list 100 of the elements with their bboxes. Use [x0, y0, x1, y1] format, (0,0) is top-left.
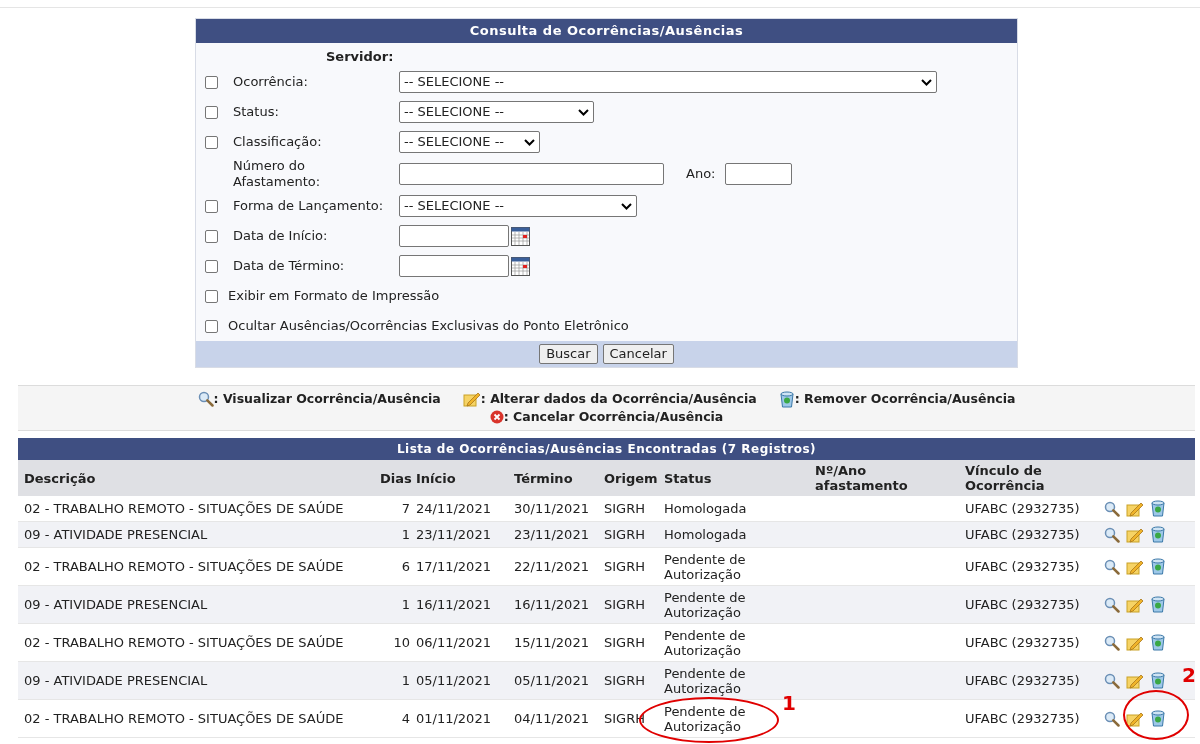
table-cell: SIGRH	[604, 635, 645, 650]
list-title: Lista de Ocorrências/Ausências Encontradas (7 Registros)	[18, 438, 1195, 460]
checkbox[interactable]	[205, 229, 218, 243]
table-cell-text: Pendente de Autorização	[664, 703, 747, 734]
table-cell: 6	[401, 559, 410, 574]
column-header: Término	[513, 470, 574, 486]
table-cell: UFABC (2932735)	[965, 527, 1080, 542]
table-cell: 17/11/2021	[416, 559, 491, 574]
field-label: Número do Afastamento:	[233, 158, 322, 190]
table-cell: 16/11/2021	[416, 597, 491, 612]
calendar-icon[interactable]	[511, 226, 530, 246]
legend-label: : Alterar dados da Ocorrência/Ausência	[480, 389, 757, 408]
column-header: Origem	[603, 470, 659, 486]
column-header: Nº/Ano afastamento	[814, 463, 909, 493]
legend-label: : Visualizar Ocorrência/Ausência	[213, 389, 441, 408]
table-cell: 04/11/2021	[514, 711, 589, 726]
checkbox[interactable]	[205, 135, 218, 149]
table-cell: 02 - TRABALHO REMOTO - SITUAÇÕES DE SAÚDE	[24, 711, 344, 726]
table-cell: SIGRH	[604, 501, 645, 516]
table-cell-text: Pendente de Autorização	[664, 627, 747, 658]
date-input[interactable]	[399, 255, 509, 277]
checkbox[interactable]	[205, 319, 218, 333]
table-cell: 02 - TRABALHO REMOTO - SITUAÇÕES DE SAÚDE	[24, 559, 344, 574]
checkbox[interactable]	[205, 105, 218, 119]
trash-can-icon	[778, 390, 795, 408]
annotation-number: 2	[1182, 662, 1196, 689]
table-cell: 09 - ATIVIDADE PRESENCIAL	[24, 673, 208, 688]
magnifier-icon[interactable]	[1104, 710, 1120, 727]
trash-can-icon[interactable]	[1150, 500, 1166, 517]
column-header: Status	[663, 470, 713, 486]
dropdown[interactable]: -- SELECIONE --	[399, 195, 637, 217]
column-header: Descrição	[23, 470, 97, 486]
column-header: Vínculo de Ocorrência	[964, 463, 1046, 493]
trash-can-icon[interactable]	[1150, 672, 1166, 689]
table-cell: UFABC (2932735)	[965, 559, 1080, 574]
pencil-paper-icon[interactable]	[1126, 500, 1144, 517]
table-cell: SIGRH	[604, 673, 645, 688]
trash-can-icon[interactable]	[1150, 710, 1166, 727]
legend-label: : Remover Ocorrência/Ausência	[794, 389, 1016, 408]
table-cell: 10	[393, 635, 410, 650]
trash-can-icon[interactable]	[1150, 526, 1166, 543]
pencil-paper-icon[interactable]	[1126, 596, 1144, 613]
table-cell: 16/11/2021	[514, 597, 589, 612]
magnifier-icon[interactable]	[1104, 500, 1120, 517]
pencil-paper-icon[interactable]	[1126, 558, 1144, 575]
field-label: Data de Início:	[233, 227, 329, 246]
field-label: Data de Término:	[233, 257, 346, 276]
table-cell: UFABC (2932735)	[965, 501, 1080, 516]
table-cell: 02 - TRABALHO REMOTO - SITUAÇÕES DE SAÚDE	[24, 635, 344, 650]
trash-can-icon[interactable]	[1150, 596, 1166, 613]
field-label: Servidor:	[326, 48, 394, 67]
field-label: Forma de Lançamento:	[233, 197, 385, 216]
dropdown[interactable]: -- SELECIONE --	[399, 101, 594, 123]
chevron-down-icon	[621, 202, 632, 210]
table-cell: SIGRH	[604, 527, 645, 542]
table-cell: SIGRH	[604, 597, 645, 612]
trash-can-icon[interactable]	[1150, 634, 1166, 651]
form-button[interactable]: Cancelar	[602, 344, 674, 364]
checkbox[interactable]	[205, 199, 218, 213]
table-cell: 30/11/2021	[514, 501, 589, 516]
number-input[interactable]	[399, 163, 664, 185]
panel-title: Consulta de Ocorrências/Ausências	[196, 19, 1017, 43]
magnifier-icon[interactable]	[1104, 672, 1120, 689]
date-input[interactable]	[399, 225, 509, 247]
table-cell: UFABC (2932735)	[965, 597, 1080, 612]
pencil-paper-icon[interactable]	[1126, 526, 1144, 543]
annotation-ellipse	[1123, 690, 1189, 740]
magnifier-icon[interactable]	[1104, 596, 1120, 613]
table-cell: 7	[401, 501, 410, 516]
table-cell: 1	[401, 527, 410, 542]
pencil-paper-icon[interactable]	[1126, 710, 1144, 727]
trash-can-icon[interactable]	[1150, 558, 1166, 575]
table-cell: 4	[401, 711, 410, 726]
table-cell: Homologada	[664, 501, 747, 516]
form-button[interactable]: Buscar	[539, 344, 598, 364]
close-circle-icon	[489, 410, 504, 424]
checkbox[interactable]	[205, 259, 218, 273]
table-cell: 05/11/2021	[514, 673, 589, 688]
column-header: Dias	[380, 470, 410, 486]
table-cell: 15/11/2021	[514, 635, 589, 650]
pencil-paper-icon[interactable]	[1126, 672, 1144, 689]
magnifier-icon	[197, 391, 214, 407]
magnifier-icon[interactable]	[1104, 526, 1120, 543]
chevron-down-icon	[524, 138, 535, 146]
annotation-number: 1	[782, 690, 796, 717]
field-label: Ano:	[686, 165, 716, 184]
pencil-paper-icon[interactable]	[1126, 634, 1144, 651]
dropdown[interactable]: -- SELECIONE --	[399, 71, 937, 93]
calendar-icon[interactable]	[511, 256, 530, 276]
year-input[interactable]	[725, 163, 793, 185]
dropdown[interactable]: -- SELECIONE --	[399, 131, 540, 153]
table-cell: Homologada	[664, 527, 747, 542]
magnifier-icon[interactable]	[1104, 634, 1120, 651]
table-cell: 09 - ATIVIDADE PRESENCIAL	[24, 527, 208, 542]
table-cell: 01/11/2021	[416, 711, 491, 726]
checkbox[interactable]	[205, 75, 218, 89]
magnifier-icon[interactable]	[1104, 558, 1120, 575]
option-label: Exibir em Formato de Impressão	[228, 287, 440, 306]
table-cell: 05/11/2021	[416, 673, 491, 688]
checkbox[interactable]	[205, 289, 218, 303]
